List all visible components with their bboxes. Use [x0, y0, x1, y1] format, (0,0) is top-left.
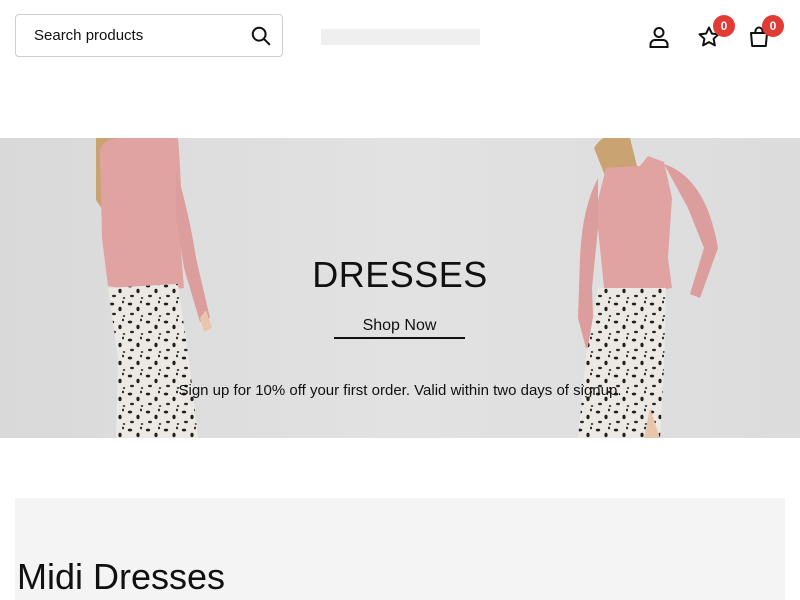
section-title: Midi Dresses [17, 556, 226, 597]
search-input[interactable] [34, 15, 234, 56]
search-bar [15, 14, 283, 57]
search-icon[interactable] [250, 25, 272, 47]
wishlist-count-badge: 0 [713, 15, 735, 37]
cart-count-badge: 0 [762, 15, 784, 37]
category-section: Midi Dresses [15, 498, 785, 600]
user-icon[interactable] [647, 25, 671, 49]
logo-placeholder[interactable] [321, 29, 480, 45]
hero-promo-text: Sign up for 10% off your first order. Va… [178, 382, 622, 399]
shop-now-button[interactable]: Shop Now [334, 316, 465, 339]
hero-banner[interactable]: DRESSES Shop Now Sign up for 10% off you… [0, 138, 800, 438]
hero-title: DRESSES [312, 254, 488, 295]
